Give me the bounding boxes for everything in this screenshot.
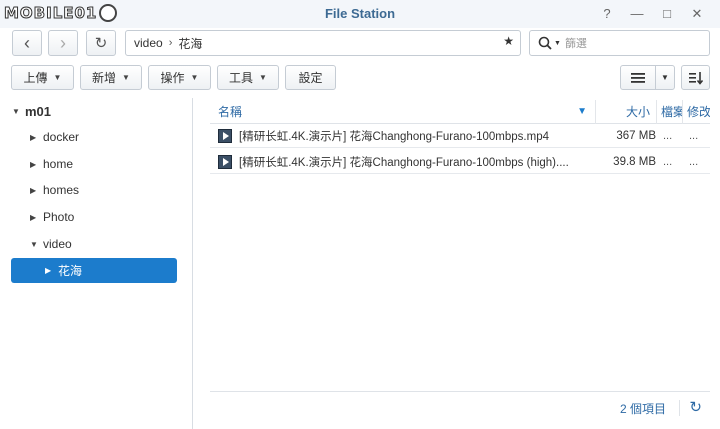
search-placeholder: 篩選 — [564, 38, 587, 50]
path-segment-current[interactable]: 花海 — [178, 35, 202, 52]
list-view-icon — [631, 72, 645, 83]
column-name-label: 名稱 — [218, 105, 243, 119]
table-row[interactable]: [精研长虹.4K.演示片] 花海Changhong-Furano-100mbps… — [210, 124, 710, 148]
caret-down-icon: ▼ — [122, 73, 130, 82]
settings-label: 設定 — [298, 71, 323, 85]
refresh-icon: ↻ — [94, 35, 108, 52]
file-name: [精研长虹.4K.演示片] 花海Changhong-Furano-100mbps… — [239, 156, 569, 169]
maximize-icon[interactable]: □ — [659, 6, 675, 22]
file-size: 39.8 MB — [613, 155, 656, 168]
favorite-star-icon[interactable]: ★ — [503, 34, 514, 48]
status-divider — [679, 400, 680, 416]
column-size-label: 大小 — [625, 105, 650, 119]
close-icon[interactable]: ✕ — [689, 6, 705, 22]
tree-item-selected[interactable]: ▶ 花海 — [11, 258, 177, 283]
file-type: ... — [663, 155, 673, 168]
tree-item-docker[interactable]: ▶ docker — [30, 126, 79, 148]
tree-item-video[interactable]: ▼ video — [30, 233, 72, 255]
path-bar[interactable]: video › 花海 ★ — [125, 30, 521, 56]
refresh-button[interactable]: ↻ — [86, 30, 116, 56]
item-count: 2 個項目 — [619, 402, 666, 416]
caret-down-icon: ▼ — [259, 73, 267, 82]
tree-root-label: m01 — [25, 104, 52, 119]
upload-button[interactable]: 上傳 ▼ — [11, 65, 74, 90]
tree-item-label: video — [43, 237, 72, 251]
collapsed-arrow-icon: ▶ — [30, 159, 37, 169]
file-size: 367 MB — [616, 129, 656, 142]
chevron-right-icon: › — [60, 32, 66, 53]
upload-label: 上傳 — [23, 71, 48, 85]
file-type: ... — [663, 129, 673, 142]
expanded-arrow-icon: ▼ — [30, 239, 38, 249]
search-input[interactable]: ▼ 篩選 — [529, 30, 710, 56]
collapsed-arrow-icon: ▶ — [30, 212, 37, 222]
column-type[interactable]: 檔案 — [657, 100, 683, 124]
column-size[interactable]: 大小 — [596, 100, 657, 124]
file-name: [精研长虹.4K.演示片] 花海Changhong-Furano-100mbps… — [239, 130, 549, 143]
tree-item-home[interactable]: ▶ home — [30, 153, 73, 175]
action-button[interactable]: 操作 ▼ — [148, 65, 211, 90]
column-modified[interactable]: 修改 — [683, 100, 710, 124]
back-button[interactable]: ‹ — [12, 30, 42, 56]
tree-item-label: Photo — [43, 210, 75, 224]
caret-down-icon: ▼ — [190, 73, 199, 82]
tree-item-label: 花海 — [58, 264, 83, 278]
tree-item-homes[interactable]: ▶ homes — [30, 179, 79, 201]
sort-icon — [688, 71, 703, 85]
tree-item-label: homes — [43, 183, 80, 197]
search-icon — [538, 36, 552, 50]
column-modified-label: 修改 — [687, 105, 710, 119]
video-file-icon — [218, 154, 232, 169]
sort-desc-icon: ▼ — [577, 106, 587, 117]
video-file-icon — [218, 128, 232, 143]
create-label: 新增 — [92, 71, 117, 85]
title-bar: MOBILE01 File Station ? — □ ✕ — [0, 0, 720, 28]
collapsed-arrow-icon: ▶ — [30, 185, 37, 195]
expanded-arrow-icon: ▼ — [12, 107, 20, 116]
tree-item-label: home — [43, 157, 74, 171]
chevron-left-icon: ‹ — [24, 32, 30, 53]
forward-button[interactable]: › — [48, 30, 78, 56]
settings-button[interactable]: 設定 — [285, 65, 336, 90]
status-bar: 2 個項目 ↻ — [210, 391, 710, 423]
collapsed-arrow-icon: ▶ — [30, 132, 37, 142]
collapsed-arrow-icon: ▶ — [45, 266, 52, 275]
tree-item-label: docker — [43, 130, 80, 144]
tree-item-photo[interactable]: ▶ Photo — [30, 206, 74, 228]
file-modified: ... — [689, 129, 699, 142]
column-name[interactable]: 名稱 ▼ — [210, 100, 596, 124]
path-separator: › — [168, 37, 173, 49]
file-list-header: 名稱 ▼ 大小 檔案 修改 — [210, 100, 710, 124]
caret-down-icon: ▼ — [53, 73, 62, 82]
search-dropdown-icon[interactable]: ▼ — [554, 40, 561, 47]
create-button[interactable]: 新增 ▼ — [80, 65, 142, 90]
tree-root-m01[interactable]: ▼ m01 — [12, 104, 51, 119]
help-icon[interactable]: ? — [599, 6, 615, 22]
column-type-label: 檔案 — [661, 105, 683, 119]
file-modified: ... — [689, 155, 699, 168]
refresh-list-icon[interactable]: ↻ — [689, 398, 702, 416]
action-label: 操作 — [160, 71, 185, 85]
tools-label: 工具 — [229, 71, 254, 85]
minimize-icon[interactable]: — — [629, 6, 645, 22]
tools-button[interactable]: 工具 ▼ — [217, 65, 279, 90]
caret-down-icon: ▼ — [661, 73, 669, 82]
path-segment-video[interactable]: video — [134, 36, 163, 50]
sort-button[interactable] — [681, 65, 710, 90]
view-mode-button[interactable] — [620, 65, 656, 90]
table-row[interactable]: [精研长虹.4K.演示片] 花海Changhong-Furano-100mbps… — [210, 150, 710, 174]
view-mode-dropdown[interactable]: ▼ — [655, 65, 675, 90]
